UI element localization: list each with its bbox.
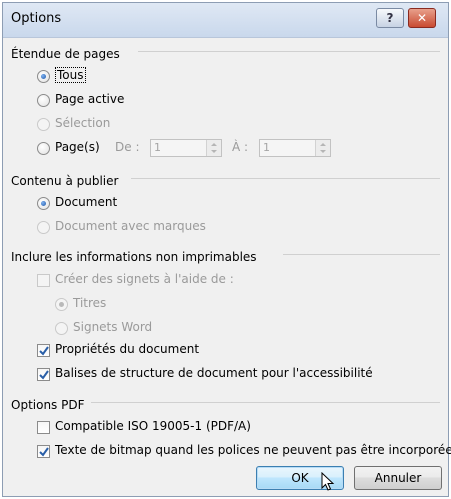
from-value: 1 <box>154 141 161 154</box>
cancel-button[interactable]: Annuler <box>354 466 442 490</box>
checkbox-iso-pdfa[interactable] <box>37 421 50 434</box>
section-divider <box>131 178 440 179</box>
spin-down-icon <box>211 150 217 153</box>
section-header-page-range: Étendue de pages <box>11 47 126 61</box>
radio-titres-label: Titres <box>73 296 107 310</box>
radio-titres <box>55 298 68 311</box>
to-value: 1 <box>263 141 270 154</box>
from-spinner[interactable]: 1 <box>150 139 222 157</box>
section-nonprint: Inclure les informations non imprimables <box>3 246 448 264</box>
close-button[interactable]: ✕ <box>408 8 436 28</box>
to-spinner[interactable]: 1 <box>259 139 331 157</box>
radio-document-markup-label: Document avec marques <box>55 219 206 233</box>
title-bar: Options ? ✕ <box>3 3 448 38</box>
dialog-title: Options <box>11 11 62 26</box>
section-header-nonprint: Inclure les informations non imprimables <box>11 250 263 264</box>
radio-selected-dot <box>41 74 46 79</box>
radio-tous-label: Tous <box>55 67 86 83</box>
checkmark-icon <box>39 346 49 356</box>
section-page-range: Étendue de pages <box>3 43 448 61</box>
close-icon: ✕ <box>416 11 428 25</box>
help-button[interactable]: ? <box>376 8 404 28</box>
radio-word-bookmarks-label: Signets Word <box>73 320 153 334</box>
section-pdf: Options PDF <box>3 394 448 412</box>
radio-document[interactable] <box>37 197 50 210</box>
radio-document-markup <box>37 221 50 234</box>
radio-document-label: Document <box>55 195 118 209</box>
options-dialog: Options ? ✕ Étendue de pages Tous Page a… <box>2 2 451 497</box>
to-label: À : <box>232 140 249 154</box>
radio-pages[interactable] <box>37 142 50 155</box>
checkbox-structure-tags[interactable] <box>37 368 50 381</box>
spin-up-icon <box>320 143 326 146</box>
checkbox-bitmap-text-label: Texte de bitmap quand les polices ne peu… <box>55 443 451 457</box>
help-icon: ? <box>386 11 394 25</box>
section-header-publish: Contenu à publier <box>11 174 125 188</box>
checkbox-properties-label: Propriétés du document <box>55 342 200 356</box>
radio-page-active[interactable] <box>37 94 50 107</box>
spin-down-icon <box>320 150 326 153</box>
checkbox-bookmarks-label: Créer des signets à l'aide de : <box>55 272 234 286</box>
radio-page-active-label: Page active <box>55 92 125 106</box>
checkbox-properties[interactable] <box>37 344 50 357</box>
radio-selection-label: Sélection <box>55 116 111 130</box>
section-header-pdf: Options PDF <box>11 398 91 412</box>
radio-selection <box>37 118 50 131</box>
checkbox-bitmap-text[interactable] <box>37 445 50 458</box>
radio-pages-label: Page(s) <box>55 140 100 154</box>
radio-word-bookmarks <box>55 322 68 335</box>
section-divider <box>138 51 440 52</box>
checkbox-structure-tags-label: Balises de structure de document pour l'… <box>55 366 373 380</box>
section-divider <box>283 254 440 255</box>
spin-up-icon <box>211 143 217 146</box>
checkbox-bookmarks <box>37 274 50 287</box>
checkbox-iso-pdfa-label: Compatible ISO 19005-1 (PDF/A) <box>55 419 251 433</box>
from-spinner-arrows[interactable] <box>206 140 221 156</box>
section-divider <box>91 402 440 403</box>
to-spinner-arrows[interactable] <box>315 140 330 156</box>
mouse-cursor-icon <box>321 472 335 491</box>
from-label: De : <box>115 140 140 154</box>
radio-tous[interactable] <box>37 70 50 83</box>
checkmark-icon <box>39 370 49 380</box>
section-publish: Contenu à publier <box>3 170 448 188</box>
radio-selected-dot <box>59 302 64 307</box>
radio-selected-dot <box>41 201 46 206</box>
checkmark-icon <box>39 447 49 457</box>
